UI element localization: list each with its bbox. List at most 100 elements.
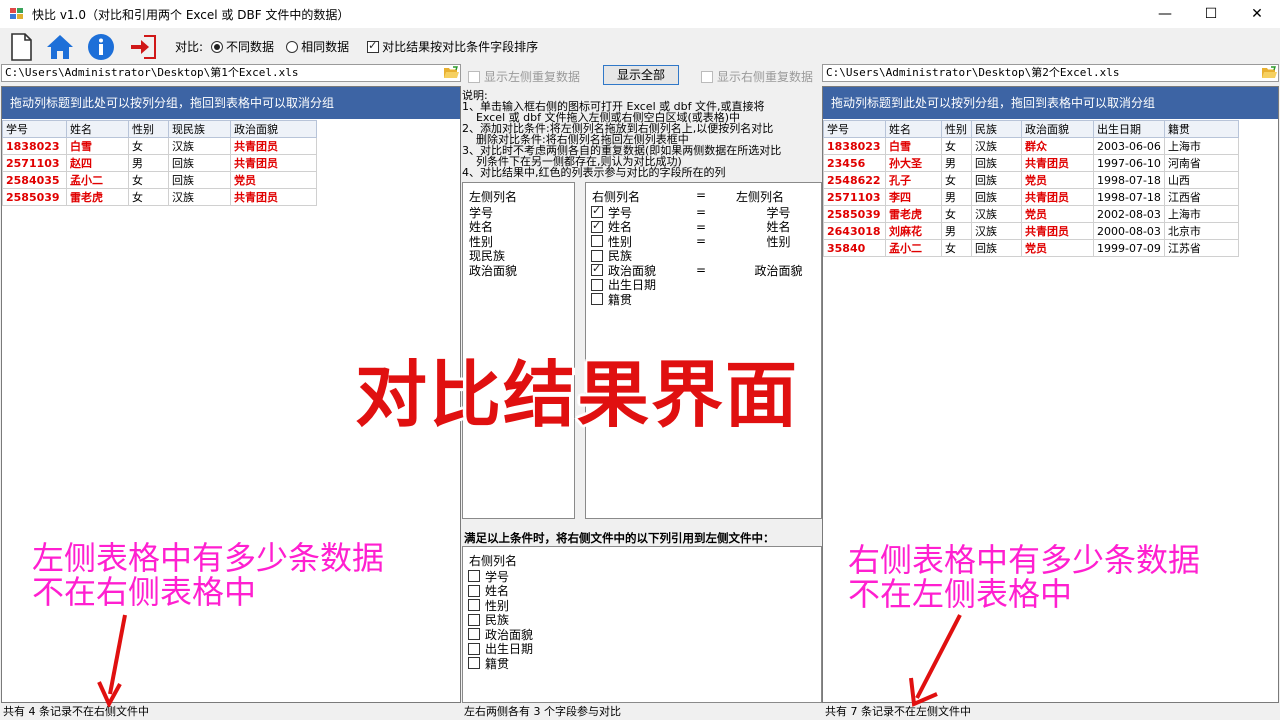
table-cell[interactable]: 河南省 [1163, 154, 1239, 172]
radio-same-label[interactable]: 相同数据 [301, 38, 349, 55]
table-cell[interactable]: 1998-07-18 [1093, 171, 1165, 189]
reference-item[interactable]: 姓名 [468, 584, 509, 598]
left-path-input[interactable]: C:\Users\Administrator\Desktop\第1个Excel.… [1, 64, 461, 82]
close-button[interactable]: ✕ [1234, 0, 1280, 28]
reference-checkbox[interactable] [468, 599, 480, 611]
compare-condition-checkbox[interactable] [591, 235, 603, 247]
exit-icon[interactable] [128, 32, 158, 62]
table-cell[interactable]: 汉族 [971, 137, 1022, 155]
compare-condition-checkbox[interactable] [591, 278, 603, 291]
table-row[interactable]: 2571103 赵四男回族 共青团员 [2, 154, 317, 172]
compare-condition-checkbox[interactable] [591, 219, 603, 233]
table-cell[interactable]: 共青团员 [230, 188, 317, 206]
table-row[interactable]: 2585039 雷老虎女汉族 共青团员 [2, 188, 317, 206]
maximize-button[interactable]: ☐ [1188, 0, 1234, 28]
reference-item[interactable]: 籍贯 [468, 656, 509, 671]
reference-checkbox[interactable] [468, 584, 480, 597]
table-cell[interactable]: 汉族 [971, 205, 1022, 223]
reference-item[interactable]: 出生日期 [468, 642, 533, 656]
minimize-button[interactable]: — [1142, 0, 1188, 28]
table-cell[interactable]: 2000-08-03 [1093, 222, 1165, 240]
table-cell[interactable]: 李四 [885, 188, 942, 206]
new-file-icon[interactable] [6, 32, 36, 62]
table-cell[interactable]: 2643018 [823, 222, 886, 240]
compare-condition-item[interactable]: 姓名 [591, 219, 632, 234]
right-table[interactable]: 学号 姓名 性别 民族 政治面貌 出生日期 籍贯 1838023 白雪女汉族 群众 2003-06… [823, 120, 1239, 257]
table-cell[interactable]: 党员 [1021, 205, 1094, 223]
table-row[interactable]: 1838023 白雪女汉族 群众 2003-06-06 上海市 [823, 137, 1239, 155]
table-cell[interactable]: 女 [128, 171, 169, 189]
show-left-dup-option[interactable]: 显示左侧重复数据 [468, 68, 580, 85]
compare-condition-item[interactable]: 民族 [591, 249, 632, 263]
column-header[interactable]: 籍贯 [1163, 120, 1239, 138]
left-group-bar[interactable]: 拖动列标题到此处可以按列分组，拖回到表格中可以取消分组 [2, 87, 460, 119]
column-header[interactable]: 学号 [2, 120, 67, 138]
reference-checkbox[interactable] [468, 628, 480, 640]
table-cell[interactable]: 江苏省 [1163, 239, 1239, 257]
table-cell[interactable]: 2571103 [823, 188, 886, 206]
table-cell[interactable]: 2003-06-06 [1093, 137, 1165, 155]
table-cell[interactable]: 共青团员 [1021, 154, 1094, 172]
reference-item[interactable]: 学号 [468, 569, 509, 584]
table-cell[interactable]: 汉族 [168, 188, 231, 206]
table-row[interactable]: 35840 孟小二女回族 党员 1999-07-09 江苏省 [823, 239, 1239, 257]
column-header[interactable]: 性别 [941, 120, 972, 138]
table-cell[interactable]: 1999-07-09 [1093, 239, 1165, 257]
radio-different[interactable] [211, 40, 224, 53]
table-cell[interactable]: 23456 [823, 154, 886, 172]
right-path-input[interactable]: C:\Users\Administrator\Desktop\第2个Excel.… [822, 64, 1279, 82]
compare-condition-checkbox[interactable] [591, 204, 603, 218]
table-cell[interactable]: 党员 [1021, 171, 1094, 189]
table-cell[interactable]: 汉族 [971, 222, 1022, 240]
left-table[interactable]: 学号 姓名 性别 现民族 政治面貌 1838023 白雪女汉族 共青团员 2571103 赵四男… [2, 120, 317, 206]
table-cell[interactable]: 汉族 [168, 137, 231, 155]
table-cell[interactable]: 回族 [168, 154, 231, 172]
table-row[interactable]: 2548622 孔子女回族 党员 1998-07-18 山西 [823, 171, 1239, 189]
compare-condition-checkbox[interactable] [591, 249, 603, 262]
table-cell[interactable]: 男 [941, 188, 972, 206]
table-cell[interactable]: 女 [941, 171, 972, 189]
table-cell[interactable]: 男 [941, 154, 972, 172]
table-cell[interactable]: 白雪 [885, 137, 942, 155]
table-cell[interactable]: 1998-07-18 [1093, 188, 1165, 206]
right-group-bar[interactable]: 拖动列标题到此处可以按列分组，拖回到表格中可以取消分组 [823, 87, 1278, 119]
table-cell[interactable]: 女 [128, 188, 169, 206]
compare-condition-item[interactable]: 籍贯 [591, 292, 632, 307]
reference-checkbox[interactable] [468, 613, 480, 626]
reference-item[interactable]: 性别 [468, 598, 509, 613]
reference-checkbox[interactable] [468, 570, 480, 582]
table-cell[interactable]: 回族 [971, 171, 1022, 189]
table-cell[interactable]: 孔子 [885, 171, 942, 189]
radio-different-label[interactable]: 不同数据 [226, 38, 274, 55]
table-cell[interactable]: 女 [941, 239, 972, 257]
home-icon[interactable] [45, 32, 75, 62]
compare-condition-item[interactable]: 政治面貌 [591, 262, 656, 278]
table-cell[interactable]: 共青团员 [230, 137, 317, 155]
table-row[interactable]: 2585039 雷老虎女汉族 党员 2002-08-03 上海市 [823, 205, 1239, 223]
radio-same[interactable] [286, 40, 299, 53]
show-left-dup-checkbox[interactable] [468, 70, 480, 83]
table-row[interactable]: 1838023 白雪女汉族 共青团员 [2, 137, 317, 155]
table-cell[interactable]: 回族 [971, 154, 1022, 172]
table-cell[interactable]: 孙大圣 [885, 154, 942, 172]
table-cell[interactable]: 党员 [230, 171, 317, 189]
column-header[interactable]: 出生日期 [1093, 120, 1165, 138]
left-list-item[interactable]: 性别 [469, 234, 493, 249]
table-cell[interactable]: 女 [941, 137, 972, 155]
table-cell[interactable]: 上海市 [1163, 205, 1239, 223]
column-header[interactable]: 姓名 [66, 120, 129, 138]
table-row[interactable]: 2571103 李四男回族 共青团员 1998-07-18 江西省 [823, 188, 1239, 206]
table-cell[interactable]: 雷老虎 [885, 205, 942, 223]
reference-item[interactable]: 民族 [468, 613, 509, 627]
table-cell[interactable]: 上海市 [1163, 137, 1239, 155]
table-cell[interactable]: 党员 [1021, 239, 1094, 257]
info-icon[interactable] [86, 32, 116, 62]
reference-column-list[interactable]: 右侧列名 学号 姓名 性别 民族 政治面貌 出生日期 籍贯 [462, 546, 822, 703]
table-cell[interactable]: 孟小二 [66, 171, 129, 189]
column-header[interactable]: 性别 [128, 120, 169, 138]
sort-checkbox-label[interactable]: 对比结果按对比条件字段排序 [382, 38, 538, 55]
compare-condition-item[interactable]: 性别 [591, 234, 632, 249]
column-header[interactable]: 政治面貌 [1021, 120, 1094, 138]
left-list-item[interactable]: 学号 [469, 205, 493, 220]
table-row[interactable]: 23456 孙大圣男回族 共青团员 1997-06-10 河南省 [823, 154, 1239, 172]
